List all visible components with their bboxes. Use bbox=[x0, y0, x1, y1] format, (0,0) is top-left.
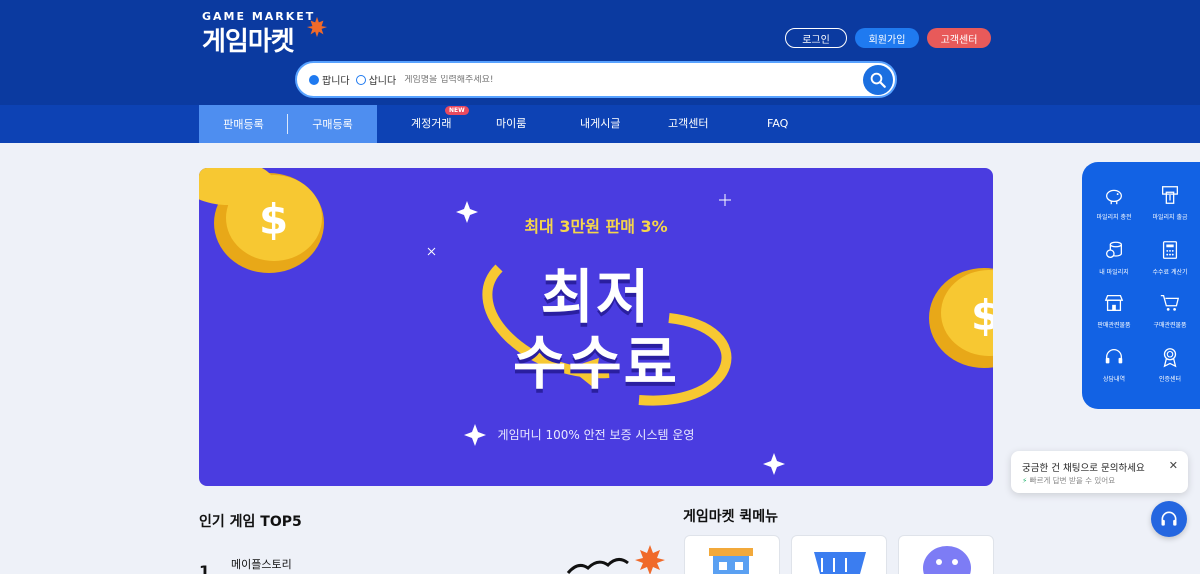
headset-icon bbox=[1105, 349, 1123, 364]
radio-sell-label: 팝니다 bbox=[322, 76, 350, 87]
login-button[interactable]: 로그인 bbox=[785, 28, 847, 48]
coins-icon bbox=[1106, 241, 1122, 258]
chat-prompt-bubble[interactable]: 궁금한 건 채팅으로 문의하세요 ⚡ 빠르게 답변 받을 수 있어요 ✕ bbox=[1011, 451, 1188, 493]
lightning-icon: ⚡ bbox=[1022, 476, 1028, 485]
search-bar: 팝니다 삽니다 bbox=[295, 61, 897, 98]
search-input[interactable] bbox=[404, 74, 845, 85]
quick-item-consult-history[interactable]: 상담내역 bbox=[1087, 346, 1141, 383]
quick-item-mileage-withdraw[interactable]: 마일리지 출금 bbox=[1143, 184, 1197, 221]
nav-register-group: 판매등록 구매등록 bbox=[199, 105, 377, 143]
quick-item-label: 마일리지 출금 bbox=[1152, 214, 1188, 221]
nav-my-posts[interactable]: 내게시글 bbox=[580, 105, 620, 143]
banner-subtitle: 최대 3만원 판매 3% bbox=[524, 217, 668, 236]
new-badge: NEW bbox=[445, 106, 469, 115]
radio-sell-indicator bbox=[309, 74, 319, 85]
gamepad-icon bbox=[923, 546, 971, 574]
cart-icon bbox=[814, 552, 866, 574]
rank-game-name[interactable]: 메이플스토리 bbox=[231, 556, 292, 572]
nav-myroom[interactable]: 마이룸 bbox=[496, 105, 526, 143]
nav-faq[interactable]: FAQ bbox=[767, 105, 788, 143]
maple-leaf-icon bbox=[306, 16, 328, 38]
radio-buy-label: 삽니다 bbox=[368, 76, 397, 87]
chat-subtitle-text: 빠르게 답변 받을 수 있어요 bbox=[1029, 476, 1116, 485]
nav-divider bbox=[287, 114, 288, 134]
join-button[interactable]: 회원가입 bbox=[855, 28, 919, 48]
radio-buy-indicator bbox=[355, 74, 366, 85]
quick-item-fee-calculator[interactable]: 수수료 계산기 bbox=[1143, 239, 1197, 276]
quick-item-sell-items[interactable]: 판매관련물품 bbox=[1087, 292, 1141, 329]
quick-item-label: 마일리지 충전 bbox=[1096, 214, 1132, 221]
building-icon bbox=[709, 548, 753, 574]
quick-item-label: 판매관련물품 bbox=[1097, 322, 1131, 329]
nav-customer-center[interactable]: 고객센터 bbox=[668, 105, 708, 143]
top-button-group: 로그인 회원가입 고객센터 bbox=[785, 28, 991, 48]
quick-item-auth-center[interactable]: 인증센터 bbox=[1143, 346, 1197, 383]
nav-sell-register[interactable]: 판매등록 bbox=[199, 116, 288, 132]
badge-icon bbox=[1163, 348, 1177, 368]
cart-icon bbox=[1160, 295, 1180, 311]
quick-item-label: 내 마일리지 bbox=[1099, 269, 1129, 276]
quick-item-label: 인증센터 bbox=[1158, 376, 1182, 383]
popular-games-title: 인기 게임 TOP5 bbox=[199, 514, 302, 530]
quickmenu-title: 게임마켓 퀵메뉴 bbox=[683, 509, 779, 525]
rank-number: 1 bbox=[199, 562, 211, 574]
quickmenu-card[interactable] bbox=[791, 535, 887, 574]
quickmenu-card[interactable] bbox=[898, 535, 994, 574]
customer-center-button[interactable]: 고객센터 bbox=[927, 28, 991, 48]
quick-item-label: 수수료 계산기 bbox=[1152, 269, 1188, 276]
search-icon bbox=[870, 72, 886, 88]
headset-icon bbox=[1161, 511, 1177, 526]
piggy-bank-icon bbox=[1106, 189, 1122, 205]
chat-button[interactable] bbox=[1151, 501, 1187, 537]
nav-buy-register[interactable]: 구매등록 bbox=[288, 116, 377, 132]
atm-icon bbox=[1162, 186, 1178, 204]
promo-banner[interactable]: $ $ 최대 3만원 판매 3% 최저 수수료 게임머니 100% 안전 보증 … bbox=[199, 168, 993, 486]
quick-item-my-mileage[interactable]: 내 마일리지 bbox=[1087, 239, 1141, 276]
banner-caption: 게임머니 100% 안전 보증 시스템 운영 bbox=[497, 428, 695, 442]
banner-headline-line2: 수수료 bbox=[512, 329, 680, 397]
maplestory-logo-icon bbox=[566, 545, 665, 574]
radio-buy[interactable]: 삽니다 bbox=[355, 72, 397, 87]
quickmenu-card[interactable] bbox=[684, 535, 780, 574]
logo[interactable]: GAME MARKET 게임마켓 bbox=[202, 10, 328, 58]
quick-item-label: 상담내역 bbox=[1102, 376, 1126, 383]
site-header: GAME MARKET 게임마켓 로그인 회원가입 고객센터 팝니다 삽니다 bbox=[0, 0, 1200, 105]
quick-item-buy-items[interactable]: 구매관련물품 bbox=[1143, 292, 1197, 329]
radio-sell[interactable]: 팝니다 bbox=[309, 72, 350, 87]
chat-title: 궁금한 건 채팅으로 문의하세요 bbox=[1022, 463, 1145, 474]
main-nav: 판매등록 구매등록 계정거래 NEW 마이룸 내게시글 고객센터 FAQ bbox=[0, 105, 1200, 143]
store-icon bbox=[1104, 295, 1124, 311]
close-icon[interactable]: ✕ bbox=[1169, 459, 1178, 472]
quick-panel: 마일리지 충전 마일리지 출금 내 마일리지 수수료 계산기 판매관련물품 구매… bbox=[1082, 162, 1200, 409]
quick-item-mileage-charge[interactable]: 마일리지 충전 bbox=[1087, 184, 1141, 221]
search-button[interactable] bbox=[863, 65, 893, 95]
calculator-icon bbox=[1162, 241, 1178, 259]
logo-text: 게임마켓 bbox=[202, 27, 295, 57]
quick-item-label: 구매관련물품 bbox=[1153, 322, 1187, 329]
chat-subtitle: ⚡ 빠르게 답변 받을 수 있어요 bbox=[1022, 475, 1115, 486]
